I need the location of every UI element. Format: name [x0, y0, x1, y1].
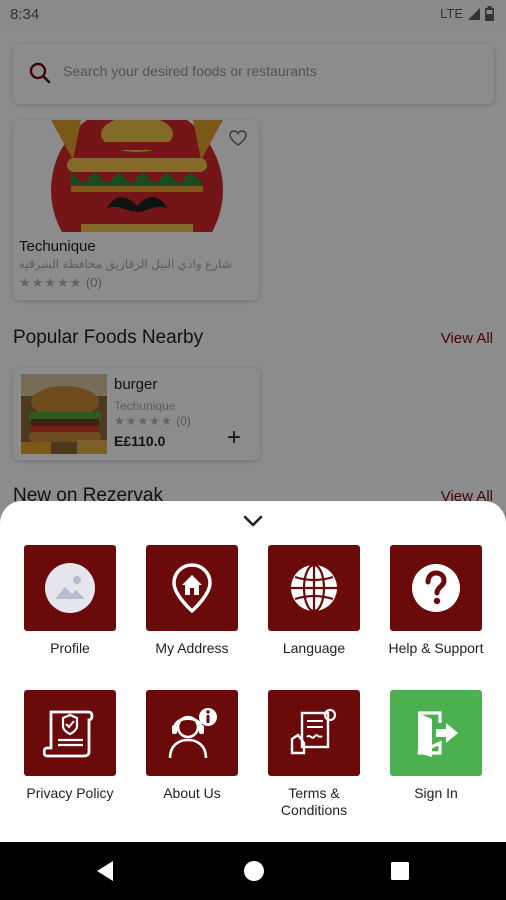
- menu-item-profile[interactable]: Profile: [11, 545, 129, 657]
- menu-item-help-support[interactable]: Help & Support: [377, 545, 495, 657]
- menu-item-terms-conditions[interactable]: Terms & Conditions: [255, 690, 373, 819]
- profile-placeholder-icon: [45, 563, 95, 613]
- menu-label-sign-in: Sign In: [414, 785, 458, 801]
- menu-item-sign-in[interactable]: Sign In: [377, 690, 495, 802]
- menu-item-language[interactable]: Language: [255, 545, 373, 657]
- about-us-tile: [146, 690, 238, 776]
- system-navigation-bar: [0, 842, 506, 900]
- battery-icon: [485, 6, 494, 21]
- chevron-down-icon[interactable]: [241, 513, 265, 529]
- sign-in-tile: [390, 690, 482, 776]
- location-home-icon: [172, 563, 212, 613]
- language-tile: [268, 545, 360, 631]
- menu-item-my-address[interactable]: My Address: [133, 545, 251, 657]
- status-icons: LTE: [440, 6, 494, 21]
- menu-label-my-address: My Address: [155, 640, 229, 656]
- menu-item-about-us[interactable]: About Us: [133, 690, 251, 802]
- status-bar: 8:34 LTE: [0, 0, 506, 30]
- question-icon: [412, 564, 460, 612]
- my-address-tile: [146, 545, 238, 631]
- menu-label-help-support: Help & Support: [388, 640, 484, 656]
- help-support-tile: [390, 545, 482, 631]
- menu-bottom-sheet: Profile My Address Language Help & Suppo…: [0, 501, 506, 842]
- menu-label-terms-conditions: Terms & Conditions: [280, 785, 348, 818]
- recents-icon[interactable]: [390, 860, 410, 882]
- back-icon[interactable]: [95, 860, 115, 882]
- privacy-policy-tile: [24, 690, 116, 776]
- menu-label-about-us: About Us: [163, 785, 221, 801]
- menu-item-privacy-policy[interactable]: Privacy Policy: [11, 690, 129, 802]
- menu-label-profile: Profile: [50, 640, 90, 656]
- signal-icon: [468, 7, 480, 20]
- status-time: 8:34: [10, 6, 40, 23]
- globe-icon: [291, 563, 337, 613]
- terms-conditions-tile: [268, 690, 360, 776]
- support-agent-icon: [168, 708, 217, 759]
- terms-document-icon: [290, 708, 337, 755]
- profile-tile: [24, 545, 116, 631]
- sign-in-door-icon: [417, 711, 458, 757]
- menu-label-privacy-policy: Privacy Policy: [26, 785, 114, 801]
- privacy-policy-icon: [43, 710, 94, 758]
- network-label: LTE: [440, 6, 463, 21]
- menu-label-language: Language: [282, 640, 346, 656]
- home-icon[interactable]: [243, 860, 265, 882]
